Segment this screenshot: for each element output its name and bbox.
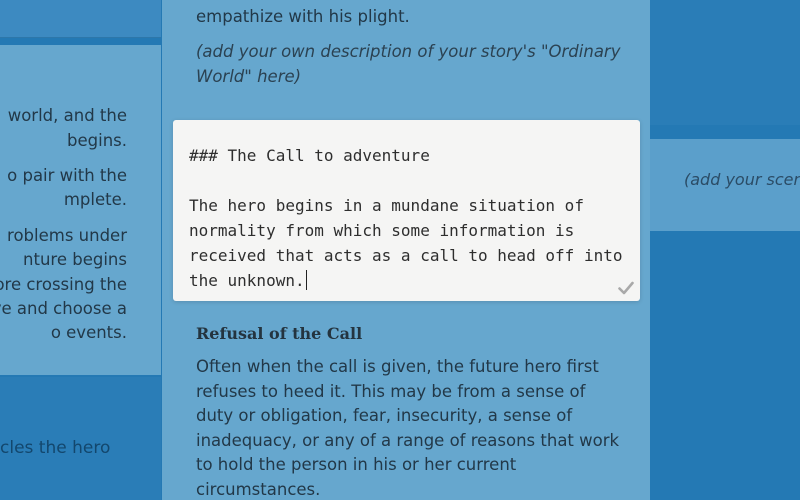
right-card-top [650,0,800,125]
left-card-bottom[interactable]: cles the hero [0,377,161,500]
ordinary-world-note: (add your own description of your story'… [196,42,621,86]
left-text-line: ore crossing the [0,275,127,294]
left-card[interactable]: world, and the begins. o pair with the m… [0,45,161,375]
editor-heading-line: ### The Call to adventure [189,146,430,165]
intro-text-tail: empathize with his plight. [196,7,410,26]
left-text-line: o events. [50,323,127,342]
left-text-line: ve and choose a [0,299,127,318]
left-card-top [0,0,161,38]
scene-note: (add your scen [684,170,800,189]
editor-textarea[interactable]: ### The Call to adventure The hero begin… [189,143,629,293]
markdown-editor[interactable]: ### The Call to adventure The hero begin… [173,120,640,301]
checkmark-icon[interactable] [618,281,634,295]
left-text-line: nture begins [23,250,127,269]
left-text-line: world, and the [7,106,127,125]
left-text-line: mplete. [63,190,127,209]
refusal-of-the-call-heading: Refusal of the Call [196,324,363,343]
left-text-line: begins. [67,131,127,150]
editor-body-text: The hero begins in a mundane situation o… [189,196,633,290]
left-bottom-text: cles the hero [0,438,111,458]
left-text-line: o pair with the [7,166,127,185]
left-text-line: roblems under [7,226,127,245]
text-caret [305,270,307,290]
right-column: (add your scen [650,0,800,500]
right-card[interactable]: (add your scen [650,139,800,231]
refusal-of-the-call-body: Often when the call is given, the future… [196,357,620,499]
left-column: world, and the begins. o pair with the m… [0,0,161,500]
